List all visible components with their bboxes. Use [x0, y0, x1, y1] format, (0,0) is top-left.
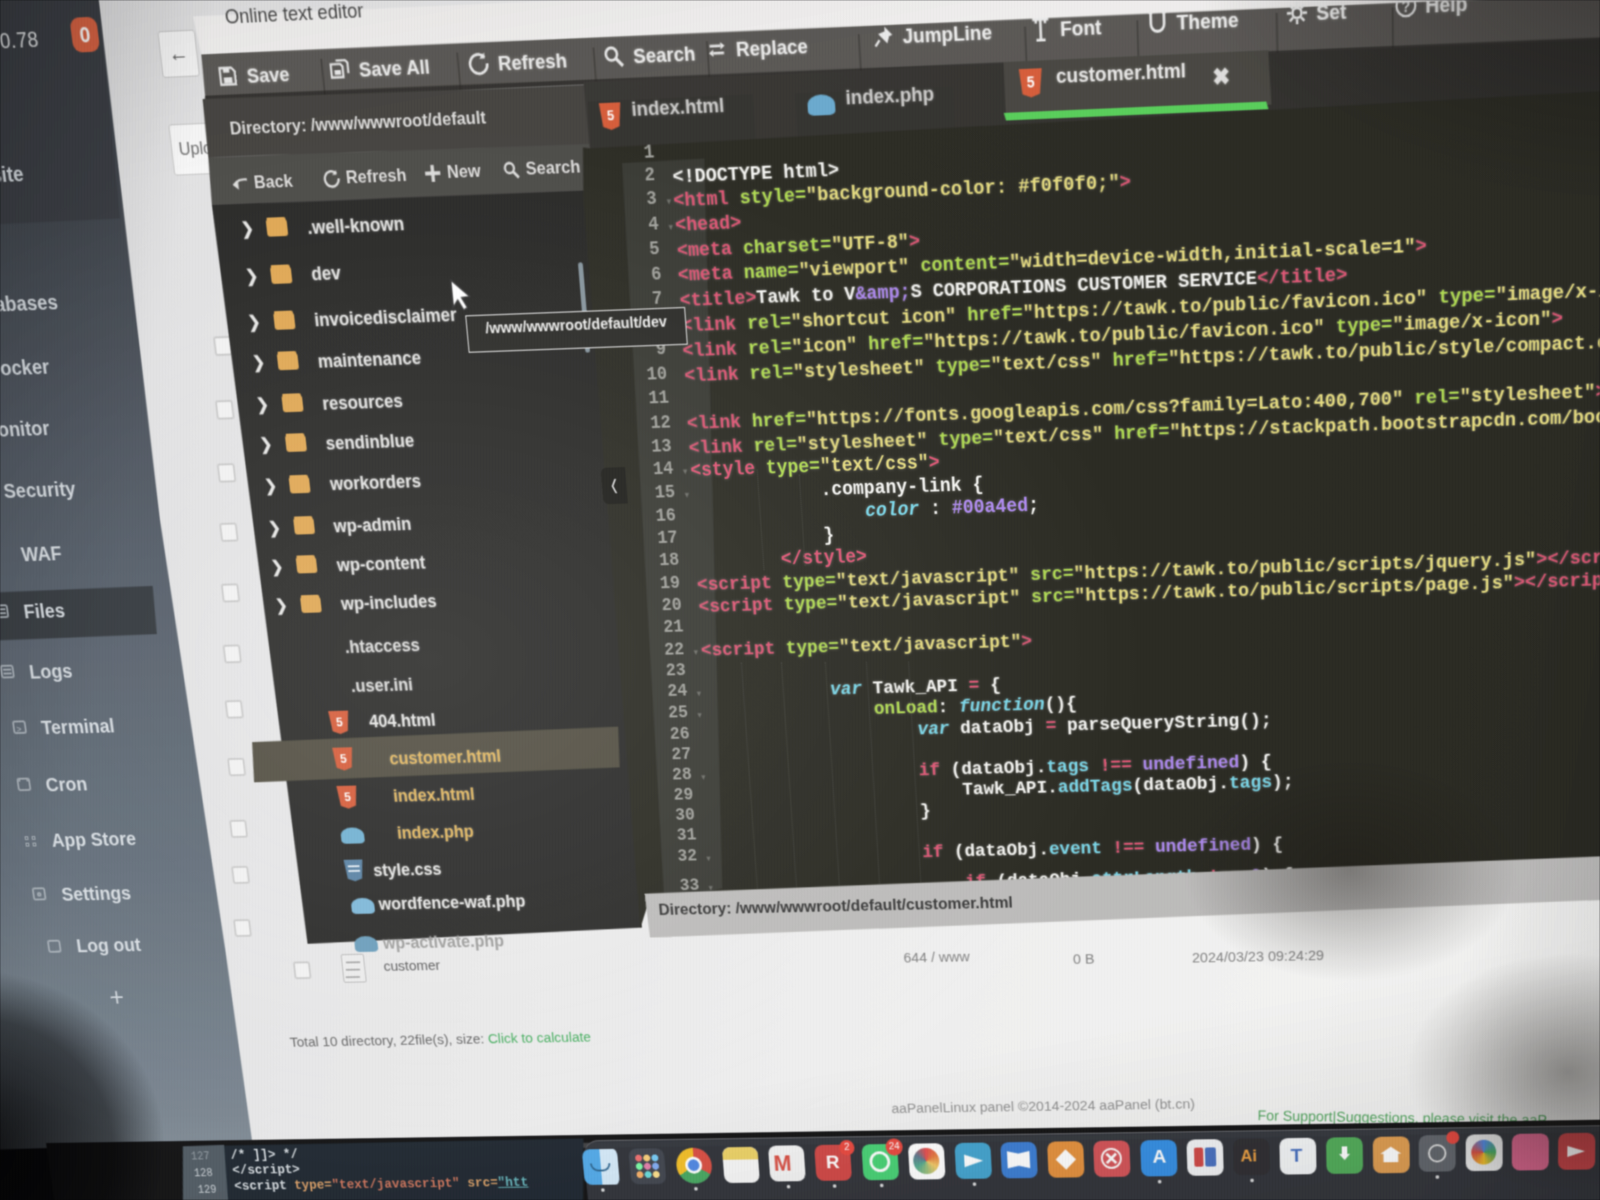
- svg-text:?: ?: [1401, 0, 1410, 17]
